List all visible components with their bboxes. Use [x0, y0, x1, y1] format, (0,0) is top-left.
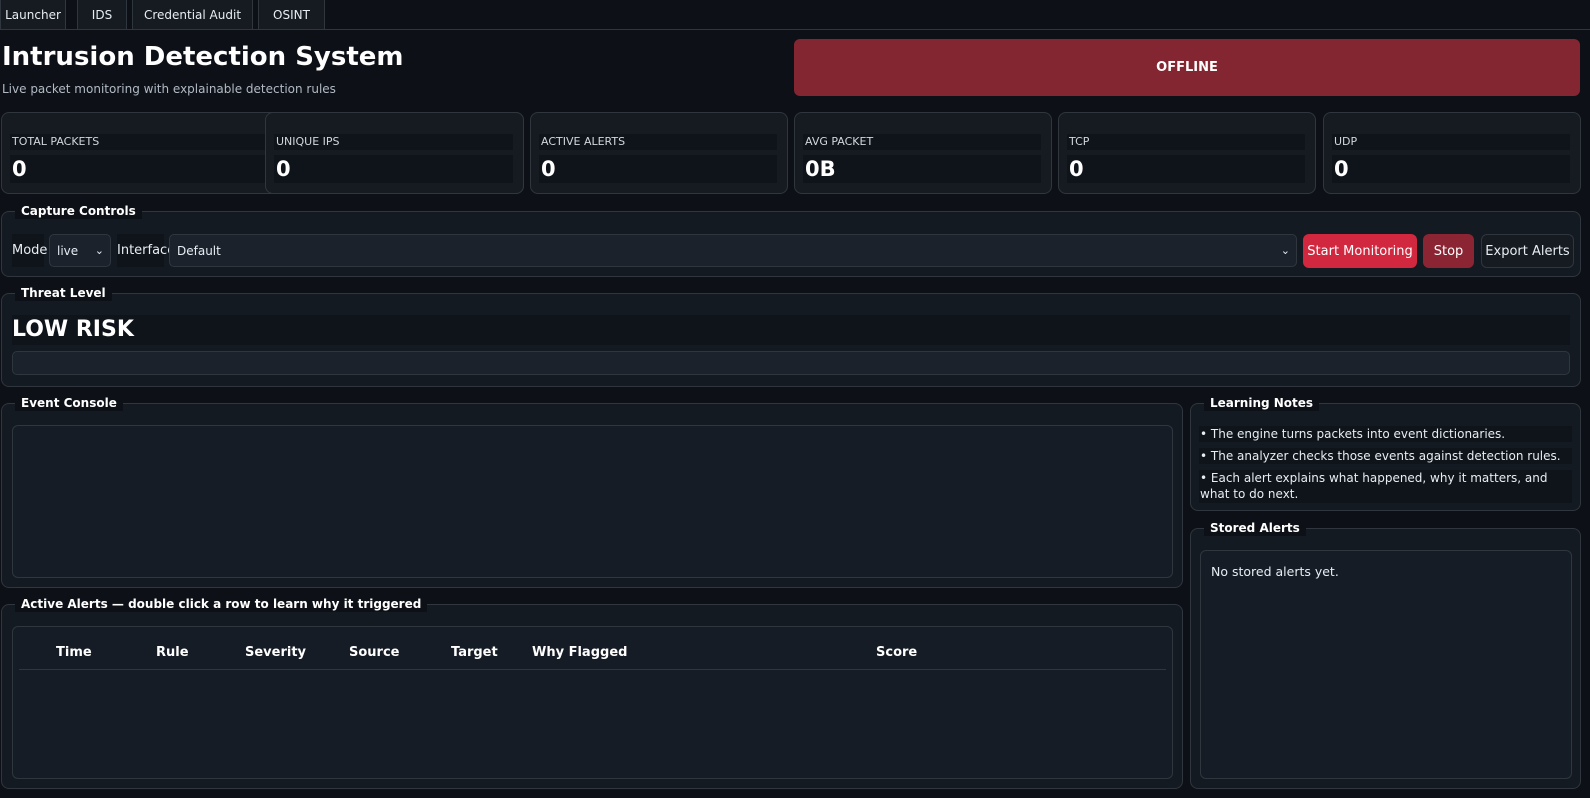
stat-value: 0 [274, 155, 513, 183]
stat-label: UDP [1332, 134, 1570, 150]
column-header-source[interactable]: Source [349, 645, 399, 660]
column-header-rule[interactable]: Rule [156, 645, 189, 660]
learning-notes: Learning Notes • The engine turns packet… [1190, 395, 1581, 511]
stop-button[interactable]: Stop [1423, 234, 1474, 268]
learning-note: • The engine turns packets into event di… [1199, 426, 1572, 442]
learning-note: • The analyzer checks those events again… [1199, 448, 1572, 464]
chevron-down-icon: ⌄ [94, 244, 104, 257]
mode-select[interactable]: live ⌄ [49, 234, 111, 267]
stored-alerts-legend: Stored Alerts [1204, 520, 1306, 536]
capture-controls: Capture Controls Mode live ⌄ Interface D… [1, 203, 1581, 277]
tab-bar: Launcher IDS Credential Audit OSINT [0, 0, 1590, 30]
mode-select-value: live [57, 243, 79, 258]
event-console-legend: Event Console [15, 395, 123, 411]
active-alerts-legend: Active Alerts — double click a row to le… [15, 596, 428, 612]
event-console-log[interactable] [12, 425, 1173, 578]
interface-select-value: Default [177, 243, 221, 258]
interface-select[interactable]: Default ⌄ [169, 234, 1297, 267]
start-monitoring-button[interactable]: Start Monitoring [1303, 234, 1417, 268]
stored-alerts-empty-text: No stored alerts yet. [1211, 564, 1339, 579]
threat-level-legend: Threat Level [15, 285, 112, 301]
page-title: Intrusion Detection System [2, 42, 404, 72]
alerts-table[interactable]: Time Rule Severity Source Target Why Fla… [12, 626, 1173, 779]
learning-note: • Each alert explains what happened, why… [1199, 470, 1572, 503]
stat-label: TCP [1067, 134, 1305, 150]
active-alerts: Active Alerts — double click a row to le… [1, 596, 1183, 789]
column-header-score[interactable]: Score [876, 645, 917, 660]
column-header-target[interactable]: Target [451, 645, 498, 660]
column-header-time[interactable]: Time [56, 645, 92, 660]
stat-value: 0 [539, 155, 777, 183]
stat-label: ACTIVE ALERTS [539, 134, 777, 150]
tab-launcher[interactable]: Launcher [0, 0, 66, 30]
threat-level-text: LOW RISK [12, 315, 1570, 345]
event-console: Event Console [1, 395, 1183, 588]
stat-card-unique-ips: UNIQUE IPS 0 [265, 112, 524, 194]
learning-notes-legend: Learning Notes [1204, 395, 1320, 411]
stat-card-udp: UDP 0 [1323, 112, 1581, 194]
threat-level-bar [12, 351, 1570, 375]
stat-label: UNIQUE IPS [274, 134, 513, 150]
chevron-down-icon: ⌄ [1280, 244, 1290, 257]
stored-alerts-list[interactable]: No stored alerts yet. [1200, 550, 1572, 779]
stat-value: 0 [1067, 155, 1305, 183]
column-header-severity[interactable]: Severity [245, 645, 306, 660]
tab-ids[interactable]: IDS [77, 0, 127, 30]
interface-label: Interface [117, 234, 175, 267]
export-alerts-button[interactable]: Export Alerts [1481, 234, 1574, 268]
stat-value: 0 [1332, 155, 1570, 183]
capture-controls-legend: Capture Controls [15, 203, 142, 219]
threat-level: Threat Level LOW RISK [1, 285, 1581, 387]
stat-label: AVG PACKET [803, 134, 1041, 150]
tab-osint[interactable]: OSINT [258, 0, 325, 30]
column-header-why-flagged[interactable]: Why Flagged [532, 645, 627, 660]
stored-alerts: Stored Alerts No stored alerts yet. [1190, 520, 1581, 789]
stat-card-tcp: TCP 0 [1058, 112, 1316, 194]
table-header-divider [19, 669, 1166, 670]
tab-credential-audit[interactable]: Credential Audit [132, 0, 253, 30]
stat-value: 0B [803, 155, 1041, 183]
page-subtitle: Live packet monitoring with explainable … [2, 82, 336, 96]
status-banner: OFFLINE [794, 39, 1580, 96]
stat-card-avg-packet: AVG PACKET 0B [794, 112, 1052, 194]
mode-label: Mode [12, 234, 47, 267]
stat-card-active-alerts: ACTIVE ALERTS 0 [530, 112, 788, 194]
